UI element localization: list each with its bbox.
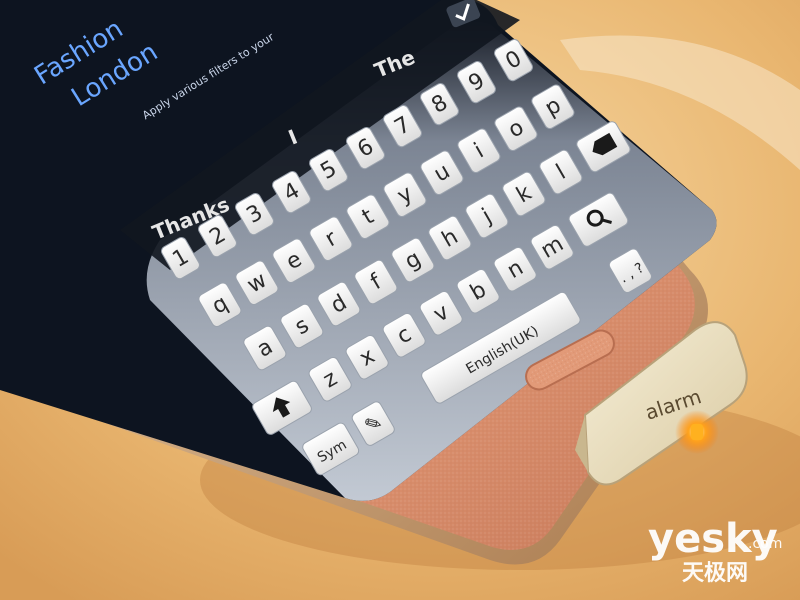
watermark-dotcom: .com — [748, 536, 782, 552]
watermark-cn: 天极网 — [682, 561, 748, 586]
alarm-led — [691, 424, 703, 440]
photo-scene: Fashion London Apply various filters to … — [0, 0, 800, 600]
